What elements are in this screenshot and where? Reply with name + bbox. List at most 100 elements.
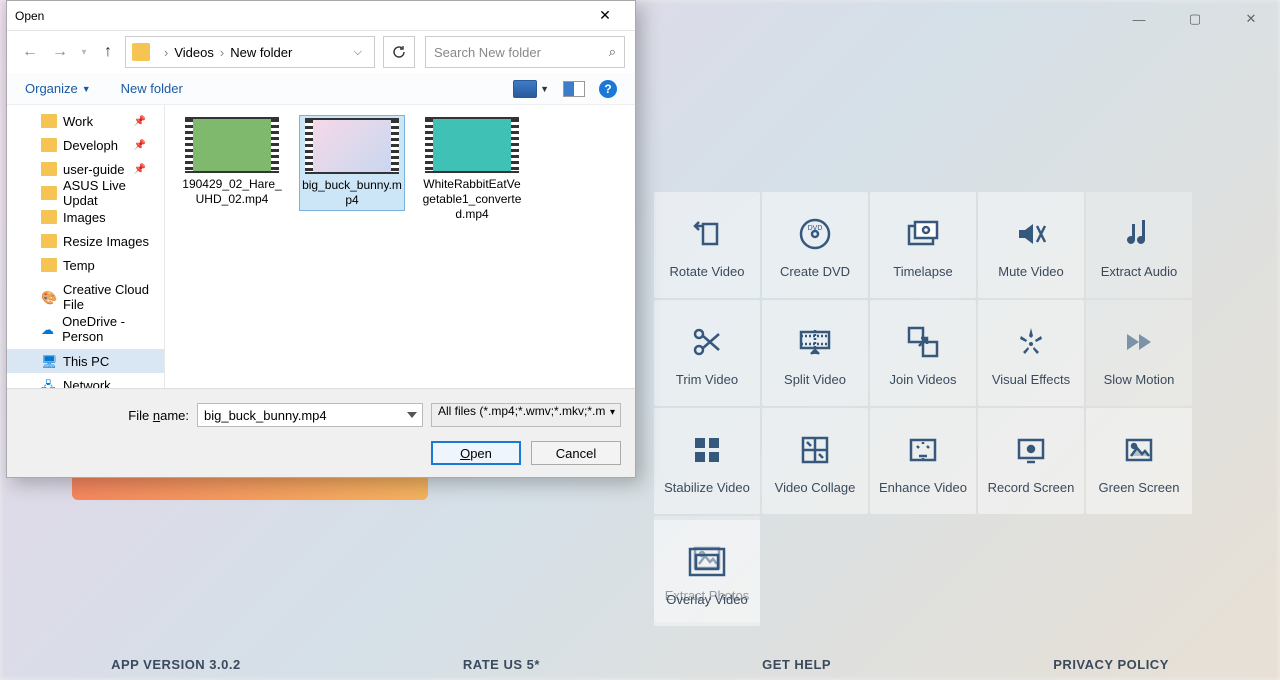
tool-split-video[interactable]: Split Video: [762, 300, 868, 406]
tool-rotate-video[interactable]: Rotate Video: [654, 192, 760, 298]
file-item[interactable]: 190429_02_Hare_UHD_02.mp4: [179, 115, 285, 209]
sidebar-label: Work: [63, 114, 93, 129]
dialog-footer: File name: All files (*.mp4;*.wmv;*.mkv;…: [7, 388, 635, 477]
tool-timelapse[interactable]: Timelapse: [870, 192, 976, 298]
view-mode-button[interactable]: ▼: [513, 80, 549, 98]
file-name: big_buck_bunny.mp4: [302, 178, 402, 208]
app-version[interactable]: APP VERSION 3.0.2: [111, 657, 241, 672]
file-item[interactable]: big_buck_bunny.mp4: [299, 115, 405, 211]
crumb-videos[interactable]: Videos: [174, 45, 214, 60]
up-button[interactable]: ↑: [95, 39, 121, 65]
tool-slow-motion[interactable]: Slow Motion: [1086, 300, 1192, 406]
mute-icon: [1009, 212, 1053, 256]
sidebar-label: OneDrive - Person: [62, 314, 164, 344]
onedrive-icon: ☁: [41, 322, 56, 336]
folder-icon: [41, 162, 57, 176]
sidebar-item-images[interactable]: Images: [7, 205, 164, 229]
privacy-link[interactable]: PRIVACY POLICY: [1053, 657, 1169, 672]
sidebar-item-creative-cloud-file[interactable]: 🎨Creative Cloud File: [7, 285, 164, 309]
slow-icon: [1117, 320, 1161, 364]
tool-join-videos[interactable]: Join Videos: [870, 300, 976, 406]
chevron-down-icon[interactable]: ⌵: [348, 46, 368, 59]
overlay-icon: [685, 540, 729, 584]
tool-stabilize-video[interactable]: Stabilize Video: [654, 408, 760, 514]
network-icon: 🖧: [41, 378, 57, 388]
sidebar-item-onedrive---person[interactable]: ☁ OneDrive - Person: [7, 317, 164, 341]
refresh-button[interactable]: [383, 36, 415, 68]
rate-us-link[interactable]: RATE US 5*: [463, 657, 540, 672]
tool-video-collage[interactable]: Video Collage: [762, 408, 868, 514]
tool-mute-video[interactable]: Mute Video: [978, 192, 1084, 298]
search-placeholder: Search New folder: [434, 45, 541, 60]
video-thumbnail: [425, 117, 519, 173]
tool-label: Join Videos: [890, 372, 957, 387]
minimize-button[interactable]: —: [1120, 6, 1158, 32]
dialog-body: Work📌Developh📌user-guide📌ASUS Live Updat…: [7, 105, 635, 388]
tool-label: Timelapse: [893, 264, 952, 279]
sidebar-item-resize-images[interactable]: Resize Images: [7, 229, 164, 253]
sidebar-item-asus-live-updat[interactable]: ASUS Live Updat: [7, 181, 164, 205]
tool-record-screen[interactable]: Record Screen: [978, 408, 1084, 514]
fx-icon: [1009, 320, 1053, 364]
sidebar-item-developh[interactable]: Developh📌: [7, 133, 164, 157]
back-button[interactable]: ←: [17, 39, 43, 65]
file-name: 190429_02_Hare_UHD_02.mp4: [181, 177, 283, 207]
dvd-icon: DVD: [793, 212, 837, 256]
sidebar-label: ASUS Live Updat: [63, 178, 164, 208]
help-icon[interactable]: ?: [599, 80, 617, 98]
svg-text:DVD: DVD: [808, 225, 823, 232]
sidebar-item-network[interactable]: 🖧Network: [7, 373, 164, 388]
search-input[interactable]: Search New folder ⌕: [425, 36, 625, 68]
tool-extract-audio[interactable]: Extract Audio: [1086, 192, 1192, 298]
sidebar-label: user-guide: [63, 162, 124, 177]
tool-label: Enhance Video: [879, 480, 967, 495]
maximize-button[interactable]: ▢: [1176, 6, 1214, 32]
tool-label: Record Screen: [988, 480, 1075, 495]
close-icon[interactable]: ✕: [583, 7, 627, 24]
stab-icon: [685, 428, 729, 472]
crumb-newfolder[interactable]: New folder: [230, 45, 292, 60]
tool-enhance-video[interactable]: Enhance Video: [870, 408, 976, 514]
organize-menu[interactable]: Organize▼: [25, 81, 91, 96]
tool-visual-effects[interactable]: Visual Effects: [978, 300, 1084, 406]
organize-label: Organize: [25, 81, 78, 96]
timelapse-icon: [901, 212, 945, 256]
sidebar-item-temp[interactable]: Temp: [7, 253, 164, 277]
nav-row: ← → ▾ ↑ › Videos › New folder ⌵ Search N…: [7, 31, 635, 73]
enhance-icon: [901, 428, 945, 472]
open-button[interactable]: Open: [431, 441, 521, 465]
folder-icon: [41, 114, 57, 128]
tool-label: Rotate Video: [670, 264, 745, 279]
audio-icon: [1117, 212, 1161, 256]
dialog-title: Open: [15, 9, 44, 23]
sidebar-item-work[interactable]: Work📌: [7, 109, 164, 133]
tool-label: Create DVD: [780, 264, 850, 279]
preview-pane-button[interactable]: [563, 81, 585, 97]
sidebar-label: Resize Images: [63, 234, 149, 249]
forward-button[interactable]: →: [47, 39, 73, 65]
join-icon: [901, 320, 945, 364]
close-window-button[interactable]: ✕: [1232, 6, 1270, 32]
cancel-button[interactable]: Cancel: [531, 441, 621, 465]
tool-green-screen[interactable]: Green Screen: [1086, 408, 1192, 514]
window-controls: — ▢ ✕: [1120, 6, 1270, 32]
file-item[interactable]: WhiteRabbitEatVegetable1_converted.mp4: [419, 115, 525, 224]
new-folder-button[interactable]: New folder: [121, 81, 183, 96]
tool-label: Green Screen: [1099, 480, 1180, 495]
tool-overlay-video[interactable]: Overlay Video: [654, 520, 760, 626]
tool-label: Overlay Video: [666, 592, 747, 607]
filename-input[interactable]: [197, 403, 423, 427]
pc-icon: 🖥: [41, 354, 57, 368]
tool-label: Extract Audio: [1101, 264, 1178, 279]
breadcrumb-bar[interactable]: › Videos › New folder ⌵: [125, 36, 375, 68]
get-help-link[interactable]: GET HELP: [762, 657, 831, 672]
sidebar-item-this-pc[interactable]: 🖥 This PC: [7, 349, 164, 373]
sidebar-label: Developh: [63, 138, 118, 153]
filetype-filter[interactable]: All files (*.mp4;*.wmv;*.mkv;*.m: [431, 403, 621, 427]
recent-dropdown[interactable]: ▾: [77, 39, 91, 65]
tool-trim-video[interactable]: Trim Video: [654, 300, 760, 406]
tool-create-dvd[interactable]: DVD Create DVD: [762, 192, 868, 298]
video-thumbnail: [185, 117, 279, 173]
open-dialog: Open ✕ ← → ▾ ↑ › Videos › New folder ⌵ S…: [6, 0, 636, 478]
sidebar-label: This PC: [63, 354, 109, 369]
